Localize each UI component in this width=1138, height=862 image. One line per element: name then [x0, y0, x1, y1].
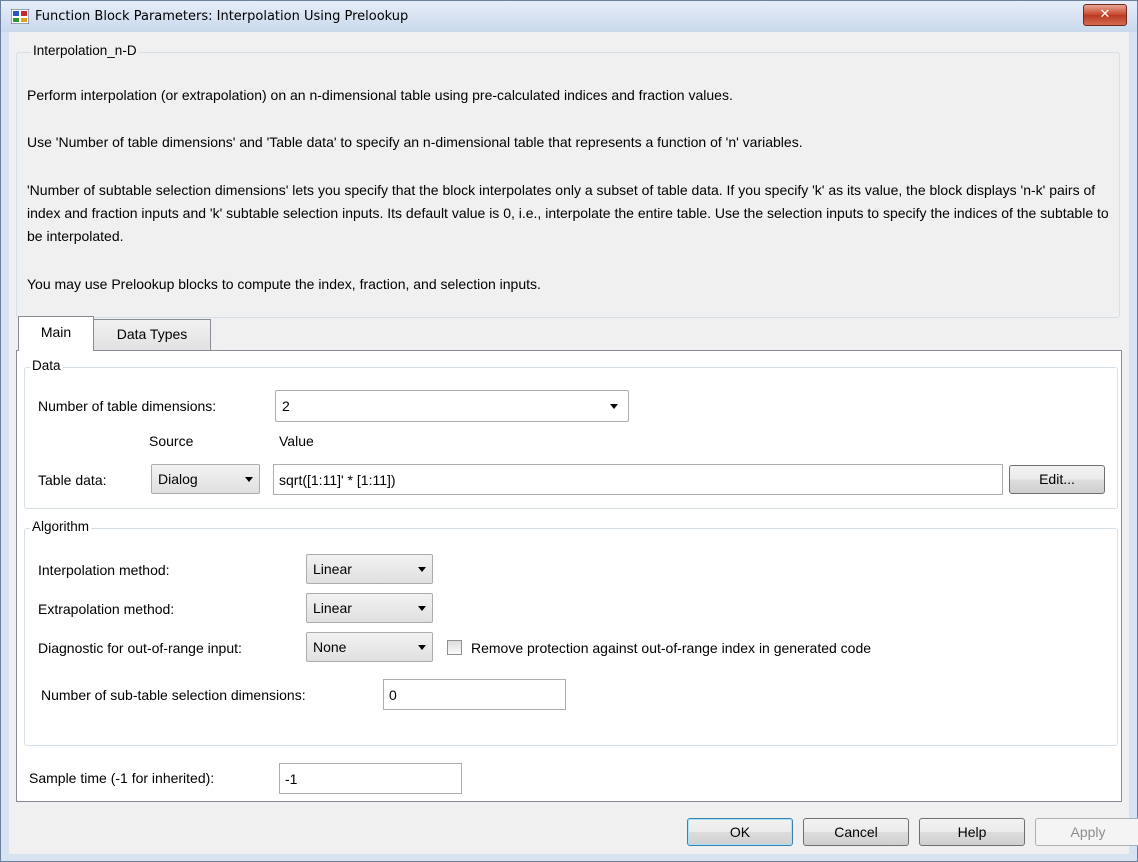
- extrap-method-dropdown[interactable]: Linear: [306, 593, 433, 623]
- description-paragraph-1: Perform interpolation (or extrapolation)…: [27, 87, 733, 103]
- table-data-source-value: Dialog: [158, 471, 198, 487]
- value-header: Value: [279, 433, 314, 449]
- dialog-client-area: Interpolation_n-D Perform interpolation …: [9, 32, 1138, 854]
- table-data-label: Table data:: [38, 472, 107, 488]
- dialog-window: Function Block Parameters: Interpolation…: [0, 0, 1138, 862]
- apply-button[interactable]: Apply: [1035, 818, 1138, 846]
- num-dims-value: 2: [282, 398, 290, 414]
- cancel-button-label: Cancel: [834, 824, 878, 840]
- ok-button-label: OK: [729, 824, 751, 840]
- chevron-down-icon: [418, 645, 426, 650]
- chevron-down-icon: [245, 477, 253, 482]
- interp-method-label: Interpolation method:: [38, 562, 170, 578]
- window-title: Function Block Parameters: Interpolation…: [35, 9, 409, 24]
- edit-button-label: Edit...: [1039, 471, 1075, 487]
- tab-data-types[interactable]: Data Types: [93, 319, 211, 350]
- data-group-legend: Data: [30, 358, 63, 373]
- help-button[interactable]: Help: [919, 818, 1025, 846]
- close-button[interactable]: ✕: [1083, 4, 1127, 26]
- description-paragraph-3: 'Number of subtable selection dimensions…: [27, 182, 1109, 244]
- sample-time-field[interactable]: [279, 763, 462, 794]
- apply-button-label: Apply: [1070, 824, 1106, 840]
- title-bar: Function Block Parameters: Interpolation…: [1, 1, 1137, 32]
- algorithm-group: [24, 528, 1118, 746]
- diag-out-of-range-value: None: [313, 639, 347, 655]
- tab-panel-main: Data Number of table dimensions: 2 Sourc…: [16, 350, 1122, 802]
- chevron-down-icon: [418, 567, 426, 572]
- interp-method-dropdown[interactable]: Linear: [306, 554, 433, 584]
- algorithm-group-legend: Algorithm: [30, 519, 92, 534]
- extrap-method-label: Extrapolation method:: [38, 601, 175, 617]
- ok-button[interactable]: OK: [687, 818, 793, 846]
- table-data-source-dropdown[interactable]: Dialog: [151, 464, 260, 494]
- chevron-down-icon: [610, 404, 618, 409]
- subtable-dims-label: Number of sub-table selection dimensions…: [41, 687, 306, 703]
- num-dims-label: Number of table dimensions:: [38, 398, 217, 414]
- interp-method-value: Linear: [313, 561, 352, 577]
- close-icon: ✕: [1099, 7, 1111, 22]
- help-button-label: Help: [957, 824, 987, 840]
- tab-main-label: Main: [40, 324, 72, 340]
- tab-main[interactable]: Main: [18, 316, 94, 351]
- description-legend: Interpolation_n-D: [31, 43, 139, 58]
- table-data-value-field[interactable]: [273, 464, 1003, 495]
- subtable-dims-field[interactable]: [383, 679, 566, 710]
- cancel-button[interactable]: Cancel: [803, 818, 909, 846]
- simulink-block-icon: [11, 9, 29, 24]
- description-paragraph-2: Use 'Number of table dimensions' and 'Ta…: [27, 134, 803, 150]
- remove-protection-checkbox[interactable]: [447, 640, 462, 655]
- extrap-method-value: Linear: [313, 600, 352, 616]
- num-dims-dropdown[interactable]: 2: [275, 390, 629, 422]
- diag-out-of-range-dropdown[interactable]: None: [306, 632, 433, 662]
- chevron-down-icon: [418, 606, 426, 611]
- description-paragraph-4: You may use Prelookup blocks to compute …: [27, 276, 541, 292]
- remove-protection-label: Remove protection against out-of-range i…: [471, 640, 872, 656]
- diag-out-of-range-label: Diagnostic for out-of-range input:: [38, 640, 242, 656]
- sample-time-label: Sample time (-1 for inherited):: [29, 770, 215, 786]
- edit-button[interactable]: Edit...: [1009, 465, 1105, 494]
- tab-data-types-label: Data Types: [116, 326, 188, 342]
- source-header: Source: [149, 433, 194, 449]
